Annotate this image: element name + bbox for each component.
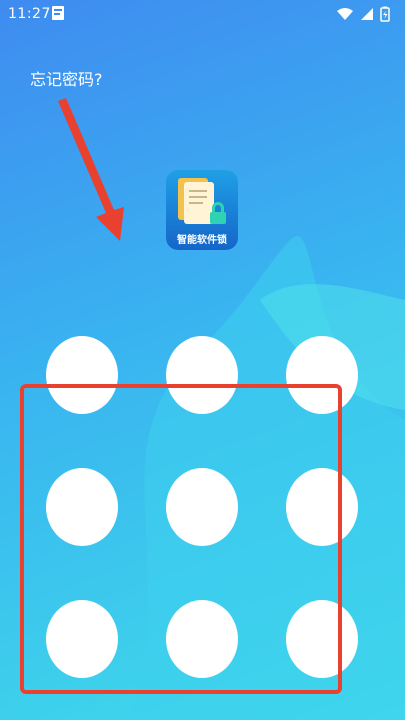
pattern-dot-5[interactable] (166, 468, 238, 546)
notification-icon (52, 6, 64, 20)
status-icons (337, 6, 390, 22)
pattern-dot-9[interactable] (286, 600, 358, 678)
forgot-password-link[interactable]: 忘记密码? (30, 66, 103, 90)
app-logo: 智能软件锁 (166, 170, 238, 250)
pattern-dot-7[interactable] (46, 600, 118, 678)
annotation-arrow (58, 98, 124, 241)
pattern-dot-6[interactable] (286, 468, 358, 546)
status-time: 11:27 (8, 6, 51, 22)
wifi-icon (337, 8, 353, 20)
pattern-dot-1[interactable] (46, 336, 118, 414)
pattern-dot-4[interactable] (46, 468, 118, 546)
signal-icon (361, 8, 373, 20)
pattern-dot-8[interactable] (166, 600, 238, 678)
app-name: 智能软件锁 (177, 235, 227, 246)
status-bar: 11:27 (0, 0, 405, 30)
pattern-dot-2[interactable] (166, 336, 238, 414)
pattern-dot-3[interactable] (286, 336, 358, 414)
battery-icon (380, 6, 390, 22)
